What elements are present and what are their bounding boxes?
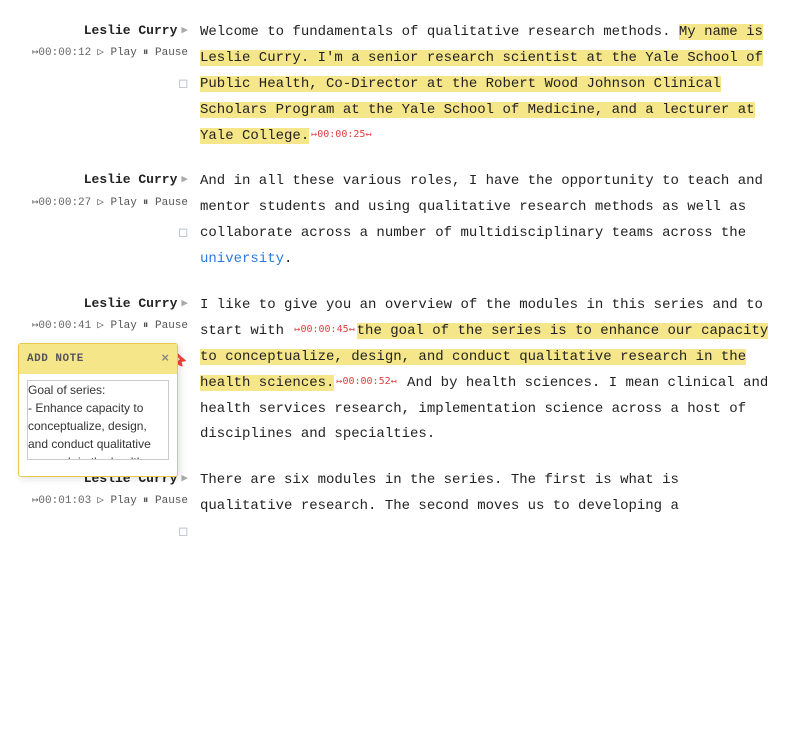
- speaker-arrow-icon: ▶: [181, 470, 188, 489]
- segment-right-col: There are six modules in the series. The…: [200, 468, 806, 546]
- transcript-content: Welcome to fundamentals of qualitative r…: [200, 20, 776, 149]
- segment-right-col: And in all these various roles, I have t…: [200, 169, 806, 273]
- segment-left-col: Leslie Curry ▶ ↦00:00:12 ▷ Play ⏸ Pause …: [0, 20, 200, 149]
- note-body: Goal of series: - Enhance capacity to co…: [19, 374, 177, 476]
- note-icon[interactable]: ◻: [178, 220, 188, 247]
- speaker-row: Leslie Curry ▶: [84, 20, 188, 42]
- pause-button[interactable]: ⏸ Pause: [143, 492, 188, 511]
- segment-timestamp: ↦00:01:03: [32, 492, 91, 511]
- pause-button[interactable]: ⏸ Pause: [143, 317, 188, 336]
- note-close-button[interactable]: ×: [161, 348, 169, 370]
- transcript-text-span: Welcome to fundamentals of qualitative r…: [200, 24, 679, 40]
- inline-timestamp: ↦00:00:45↤: [294, 321, 354, 340]
- speaker-name: Leslie Curry: [84, 169, 178, 191]
- segment-left-col: Leslie Curry ▶ ↦00:00:27 ▷ Play ⏸ Pause …: [0, 169, 200, 273]
- controls-row: ↦00:00:41 ▷ Play ⏸ Pause: [32, 317, 188, 336]
- transcript-link[interactable]: university: [200, 251, 284, 267]
- pause-button[interactable]: ⏸ Pause: [143, 44, 188, 63]
- note-title: ADD NOTE: [27, 350, 84, 369]
- segment-timestamp: ↦00:00:12: [32, 44, 91, 63]
- speaker-name: Leslie Curry: [84, 20, 178, 42]
- transcript-text-span: And in all these various roles, I have t…: [200, 173, 763, 241]
- play-button[interactable]: ▷ Play: [97, 194, 137, 213]
- note-header: ADD NOTE ×: [19, 344, 177, 374]
- play-button[interactable]: ▷ Play: [97, 317, 137, 336]
- inline-timestamp: ↦00:00:25↤: [311, 126, 371, 145]
- segment-timestamp: ↦00:00:27: [32, 194, 91, 213]
- pause-button[interactable]: ⏸ Pause: [143, 194, 188, 213]
- controls-row: ↦00:00:27 ▷ Play ⏸ Pause: [32, 194, 188, 213]
- segment-left-col: Leslie Curry ▶ ↦00:00:41 ▷ Play ⏸ Pause …: [0, 293, 200, 448]
- speaker-row: Leslie Curry ▶: [84, 169, 188, 191]
- segment-right-col: I like to give you an overview of the mo…: [200, 293, 806, 448]
- transcript-content: There are six modules in the series. The…: [200, 468, 776, 520]
- transcript-content: And in all these various roles, I have t…: [200, 169, 776, 273]
- segment-timestamp: ↦00:00:41: [32, 317, 91, 336]
- transcript-content: I like to give you an overview of the mo…: [200, 293, 776, 448]
- transcript-segment: Leslie Curry ▶ ↦00:00:41 ▷ Play ⏸ Pause …: [0, 283, 806, 458]
- speaker-name: Leslie Curry: [84, 293, 178, 315]
- transcript-segment: Leslie Curry ▶ ↦00:00:27 ▷ Play ⏸ Pause …: [0, 159, 806, 283]
- speaker-arrow-icon: ▶: [181, 22, 188, 41]
- speaker-arrow-icon: ▶: [181, 171, 188, 190]
- controls-row: ↦00:00:12 ▷ Play ⏸ Pause: [32, 44, 188, 63]
- note-icon[interactable]: ◻: [178, 519, 188, 546]
- transcript-text-span: There are six modules in the series. The…: [200, 472, 679, 514]
- note-icon[interactable]: ◻: [178, 71, 188, 98]
- note-textarea[interactable]: Goal of series: - Enhance capacity to co…: [27, 380, 169, 460]
- segment-left-col: Leslie Curry ▶ ↦00:01:03 ▷ Play ⏸ Pause …: [0, 468, 200, 546]
- segment-right-col: Welcome to fundamentals of qualitative r…: [200, 20, 806, 149]
- play-button[interactable]: ▷ Play: [97, 492, 137, 511]
- play-button[interactable]: ▷ Play: [97, 44, 137, 63]
- transcript-segment: Leslie Curry ▶ ↦00:00:12 ▷ Play ⏸ Pause …: [0, 10, 806, 159]
- speaker-row: Leslie Curry ▶: [84, 293, 188, 315]
- controls-row: ↦00:01:03 ▷ Play ⏸ Pause: [32, 492, 188, 511]
- transcript-text-span: .: [284, 251, 292, 267]
- speaker-arrow-icon: ▶: [181, 295, 188, 314]
- note-popup: ADD NOTE × Goal of series: - Enhance cap…: [18, 343, 178, 477]
- inline-timestamp: ↦00:00:52↤: [336, 373, 396, 392]
- highlighted-text: My name is Leslie Curry. I'm a senior re…: [200, 24, 763, 144]
